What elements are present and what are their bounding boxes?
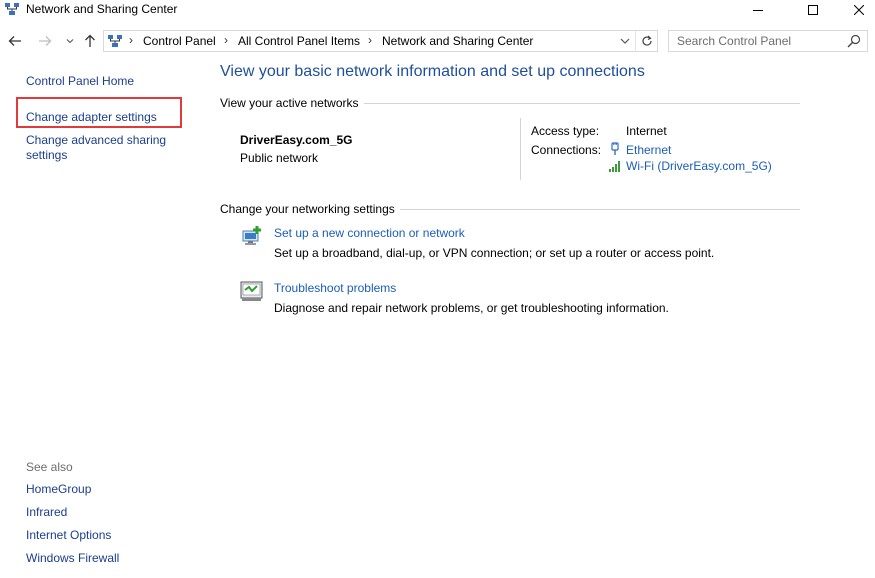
forward-button[interactable]: [36, 31, 54, 51]
address-dropdown-button[interactable]: [617, 31, 633, 51]
see-also-infrared[interactable]: Infrared: [26, 505, 67, 520]
up-button[interactable]: [81, 31, 99, 51]
troubleshoot-icon: [240, 279, 264, 303]
recent-locations-button[interactable]: [61, 31, 79, 51]
network-type[interactable]: Public network: [240, 151, 318, 165]
arrow-right-icon: [39, 36, 52, 46]
sidebar-control-panel-home[interactable]: Control Panel Home: [26, 74, 134, 89]
title-bar: Network and Sharing Center: [0, 0, 875, 20]
search-input[interactable]: [669, 31, 845, 51]
active-networks-heading: View your active networks: [220, 96, 364, 110]
minimize-button[interactable]: [735, 0, 781, 20]
search-box[interactable]: [668, 30, 868, 52]
see-also-homegroup[interactable]: HomeGroup: [26, 482, 91, 497]
network-icon: [4, 2, 20, 16]
address-bar[interactable]: › Control Panel › All Control Panel Item…: [103, 30, 658, 52]
maximize-button[interactable]: [790, 0, 836, 20]
search-icon[interactable]: [847, 34, 863, 50]
chevron-right-icon: ›: [368, 33, 372, 47]
troubleshoot-link[interactable]: Troubleshoot problems: [274, 281, 396, 295]
see-also-windows-firewall[interactable]: Windows Firewall: [26, 551, 119, 566]
window-title: Network and Sharing Center: [26, 2, 178, 16]
breadcrumb-all-items[interactable]: All Control Panel Items: [238, 34, 360, 48]
breadcrumb-network-center[interactable]: Network and Sharing Center: [382, 34, 533, 48]
arrow-left-icon: [8, 36, 21, 46]
maximize-icon: [808, 5, 818, 15]
troubleshoot-description: Diagnose and repair network problems, or…: [274, 301, 669, 315]
sidebar-advanced-label-line2: settings: [26, 148, 68, 162]
new-connection-icon: [240, 224, 264, 248]
connections-label: Connections:: [531, 143, 602, 157]
close-icon: [854, 5, 864, 15]
network-name: DriverEasy.com_5G: [240, 133, 353, 147]
access-type-value: Internet: [626, 124, 667, 138]
arrow-up-icon: [85, 34, 95, 47]
ethernet-icon: [608, 142, 622, 156]
sidebar-change-advanced-sharing[interactable]: Change advanced sharing settings: [26, 133, 166, 163]
minimize-icon: [753, 10, 763, 11]
chevron-right-icon: ›: [129, 33, 133, 47]
wifi-signal-icon: [608, 159, 622, 173]
breadcrumb-control-panel[interactable]: Control Panel: [143, 34, 216, 48]
setup-connection-link[interactable]: Set up a new connection or network: [274, 226, 465, 240]
setup-connection-description: Set up a broadband, dial-up, or VPN conn…: [274, 246, 715, 260]
change-settings-heading: Change your networking settings: [220, 202, 400, 216]
see-also-heading: See also: [26, 460, 73, 474]
refresh-button[interactable]: [635, 31, 657, 51]
sidebar-advanced-label-line1: Change advanced sharing: [26, 133, 167, 147]
refresh-icon: [641, 35, 652, 46]
navigation-bar: › Control Panel › All Control Panel Item…: [0, 28, 875, 54]
see-also-internet-options[interactable]: Internet Options: [26, 528, 111, 543]
chevron-down-icon: [620, 38, 630, 44]
chevron-right-icon: ›: [224, 33, 228, 47]
access-type-label: Access type:: [531, 124, 600, 138]
page-title: View your basic network information and …: [220, 63, 645, 80]
back-button[interactable]: [6, 31, 24, 51]
ethernet-connection-link[interactable]: Ethernet: [626, 143, 671, 157]
chevron-down-icon: [66, 39, 74, 44]
vertical-divider: [520, 118, 521, 180]
control-panel-icon: [107, 34, 123, 48]
sidebar-change-adapter-settings[interactable]: Change adapter settings: [26, 110, 157, 125]
close-button[interactable]: [836, 0, 875, 20]
wifi-connection-link[interactable]: Wi-Fi (DriverEasy.com_5G): [626, 159, 772, 173]
